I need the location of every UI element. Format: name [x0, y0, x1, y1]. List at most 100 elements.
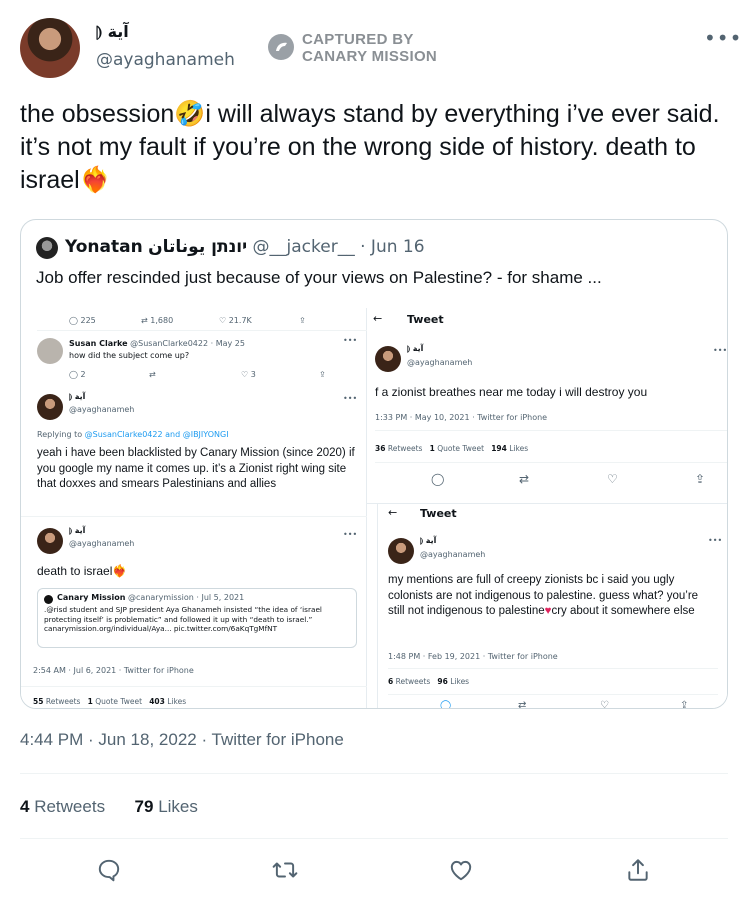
- screenshot-right-bottom[interactable]: ← Tweet آية ⦇ @ayaghanameh ••• my mentio…: [377, 504, 727, 709]
- rt-back-icon: ←: [373, 312, 383, 325]
- quoted-tweet-card[interactable]: Yonatan יונתן يوناتان @__jacker__ · Jun …: [20, 219, 728, 709]
- left-top-replies: 225: [80, 316, 96, 325]
- inner-quote-text: .@risd student and SJP president Aya Gha…: [44, 605, 322, 633]
- left-top-likes: 21.7K: [228, 316, 252, 325]
- left-stats-likes: 403: [149, 697, 165, 706]
- heart-on-fire-emoji-icon: ❤️‍🔥: [79, 166, 111, 194]
- rt-stats: 36 Retweets 1 Quote Tweet 194 Likes: [375, 444, 528, 453]
- aya-avatar-2: [37, 528, 63, 554]
- rb-reply-icon: ◯: [440, 700, 452, 709]
- susan-header: Susan Clarke @SusanClarke0422 · May 25: [69, 339, 245, 348]
- susan-avatar: [37, 338, 63, 364]
- retweets-label: Retweets: [34, 797, 106, 816]
- like-icon[interactable]: [448, 857, 474, 883]
- aya-more-icon-2: •••: [343, 530, 358, 539]
- rt-retweet-icon: ⇄: [519, 472, 530, 486]
- divider-top: [20, 773, 728, 774]
- rb-likes: 96: [437, 677, 448, 686]
- rofl-emoji-icon: 🤣: [174, 100, 206, 128]
- rt-divider-2: [375, 462, 727, 463]
- susan-name: Susan Clarke: [69, 339, 128, 348]
- rt-likes: 194: [491, 444, 507, 453]
- author-avatar[interactable]: [20, 18, 80, 78]
- left-time: 2:54 AM · Jul 6, 2021 · Twitter for iPho…: [33, 666, 194, 675]
- canary-mission-avatar: [44, 595, 53, 604]
- death-text: death to israel: [37, 564, 113, 578]
- heart-on-fire-small-icon: ❤️‍🔥: [112, 564, 128, 578]
- quote-name: Yonatan: [65, 237, 143, 257]
- tweet-timestamp[interactable]: 4:44 PM · Jun 18, 2022 · Twitter for iPh…: [20, 730, 344, 750]
- rt-more-icon: •••: [713, 346, 728, 355]
- retweet-icon[interactable]: [272, 857, 298, 883]
- aya-avatar-1: [37, 394, 63, 420]
- left-top-retweets: 1,680: [150, 316, 174, 325]
- inner-quote-name: Canary Mission: [57, 593, 126, 602]
- rt-title: Tweet: [407, 313, 444, 326]
- left-stats-retweets: 55: [33, 697, 44, 706]
- rb-retweet-icon: ⇄: [518, 700, 527, 709]
- rb-divider-1: [388, 668, 718, 669]
- likes-label: Likes: [158, 797, 198, 816]
- quote-author[interactable]: Yonatan יונתן يوناتان @__jacker__ · Jun …: [65, 237, 425, 257]
- likes-stat[interactable]: 79 Likes: [135, 797, 198, 816]
- tweet-text-part1: the obsession: [20, 100, 175, 128]
- rb-name: آية ⦇: [420, 536, 437, 545]
- rt-reply-icon: ◯: [431, 472, 445, 486]
- left-stats-quotes: 1: [87, 697, 93, 706]
- reply-icon[interactable]: [96, 857, 122, 883]
- rb-handle: @ayaghanameh: [420, 550, 486, 559]
- susan-replies: 2: [80, 370, 86, 379]
- left-divider-1: [37, 330, 367, 331]
- author-display-name[interactable]: آية ⦇: [96, 22, 129, 42]
- quote-text: Job offer rescinded just because of your…: [36, 268, 602, 287]
- susan-handle: @SusanClarke0422 · May 25: [130, 339, 245, 348]
- watermark-line2: CANARY MISSION: [302, 48, 438, 65]
- rt-like-icon: ♡: [607, 472, 618, 486]
- rb-text: my mentions are full of creepy zionists …: [388, 573, 708, 620]
- watermark-line1: CAPTURED BY: [302, 31, 414, 48]
- divider-bottom: [20, 838, 728, 839]
- inner-quote-header: Canary Mission @canarymission · Jul 5, 2…: [57, 593, 244, 602]
- share-icon[interactable]: [625, 857, 651, 883]
- screenshot-left[interactable]: ◯ 225 ⇄ 1,680 ♡ 21.7K ⇪ Susan Clarke @Su…: [21, 308, 367, 708]
- blacklist-text: yeah i have been blacklisted by Canary M…: [37, 447, 355, 490]
- aya-name-2: آية ⦇: [69, 526, 86, 535]
- quote-handle: @__jacker__: [252, 237, 355, 257]
- replying-prefix: Replying to: [37, 430, 83, 439]
- left-stats: 55 Retweets 1 Quote Tweet 403 Likes: [33, 697, 186, 706]
- susan-text: how did the subject come up?: [69, 351, 190, 360]
- susan-retweet-icon: ⇄: [149, 370, 156, 379]
- rb-likes-label: Likes: [450, 677, 470, 686]
- aya-handle-1: @ayaghanameh: [69, 405, 135, 414]
- rt-handle: @ayaghanameh: [407, 358, 473, 367]
- left-stats-quotes-label: Quote Tweet: [95, 697, 143, 706]
- rt-retweets: 36: [375, 444, 386, 453]
- watermark: CAPTURED BY CANARY MISSION: [268, 31, 468, 71]
- retweets-stat[interactable]: 4 Retweets: [20, 797, 110, 816]
- aya-more-icon-1: •••: [343, 394, 358, 403]
- rb-avatar: [388, 538, 414, 564]
- left-stats-likes-label: Likes: [167, 697, 187, 706]
- tweet-text: the obsession🤣i will always stand by eve…: [20, 98, 720, 197]
- author-handle[interactable]: @ayaghanameh: [96, 50, 235, 70]
- rt-text: f a zionist breathes near me today i wil…: [375, 385, 648, 399]
- quote-name-hebrew: יונתן يوناتان: [148, 237, 248, 257]
- rt-quotes: 1: [429, 444, 435, 453]
- rb-like-icon: ♡: [600, 700, 609, 709]
- rb-retweets-label: Retweets: [395, 677, 431, 686]
- inner-quote-handle: @canarymission · Jul 5, 2021: [128, 593, 245, 602]
- death-text-line: death to israel❤️‍🔥: [37, 564, 127, 578]
- retweets-count: 4: [20, 797, 30, 816]
- quote-avatar[interactable]: [36, 237, 58, 259]
- more-options-icon[interactable]: •••: [704, 26, 742, 50]
- rb-back-icon: ←: [388, 506, 398, 519]
- aya-handle-2: @ayaghanameh: [69, 539, 135, 548]
- rt-quotes-label: Quote Tweet: [437, 444, 485, 453]
- rt-share-icon: ⇪: [695, 472, 706, 486]
- likes-count: 79: [134, 797, 154, 816]
- rb-more-icon: •••: [708, 536, 723, 545]
- rt-divider-1: [375, 430, 727, 431]
- screenshot-right-top[interactable]: ← Tweet آية ⦇ @ayaghanameh ••• f a zioni…: [367, 308, 728, 504]
- left-top-share-icon: ⇪: [299, 316, 306, 325]
- canary-logo-icon: [268, 34, 294, 60]
